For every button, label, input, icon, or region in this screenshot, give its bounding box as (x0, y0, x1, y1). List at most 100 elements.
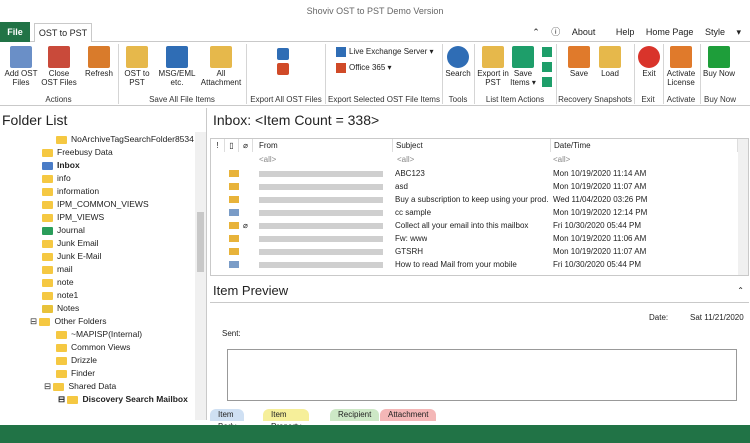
power-icon (638, 46, 660, 68)
date-label: Date: (649, 313, 669, 322)
tree-item[interactable]: Common Views (56, 341, 130, 354)
add-ost-files-button[interactable]: Add OST Files (3, 44, 39, 87)
from-filter[interactable]: <all> (259, 153, 389, 167)
style-dropdown[interactable]: Style ▾ (705, 22, 741, 42)
tree-item[interactable]: info (42, 172, 71, 185)
tree-item[interactable]: Junk E-Mail (42, 250, 101, 263)
collapse-icon[interactable]: ⊟ (44, 381, 53, 391)
message-body-area[interactable] (227, 349, 737, 401)
search-button[interactable]: Search (444, 44, 472, 78)
folder-icon (56, 135, 67, 144)
collapse-icon[interactable]: ⊟ (30, 316, 39, 326)
list-icon[interactable] (542, 47, 552, 57)
tree-item[interactable]: IPM_COMMON_VIEWS (42, 198, 149, 211)
type-column-icon[interactable]: ▯ (225, 139, 239, 152)
live-exchange-button[interactable]: Live Exchange Server ▾ (336, 46, 434, 58)
tree-item[interactable]: ⊟ Other Folders (30, 315, 106, 328)
tree-item[interactable]: note (42, 276, 74, 289)
tree-item[interactable]: Journal (42, 224, 85, 237)
table-row[interactable]: GTSRH Mon 10/19/2020 11:07 AM (211, 245, 738, 258)
tree-item[interactable]: Junk Email (42, 237, 99, 250)
folder-list-title: Folder List (2, 112, 68, 128)
tab-file[interactable]: File (0, 22, 30, 42)
home-page-link[interactable]: Home Page (646, 22, 694, 42)
tree-item-inbox[interactable]: Inbox (42, 159, 80, 172)
tree-item[interactable]: ⊟ Discovery Search Mailbox (58, 393, 188, 406)
date-value: Sat 11/21/2020 (690, 313, 744, 322)
folder-pane: Folder List NoArchiveTagSearchFolder8534… (0, 108, 207, 420)
table-row[interactable]: asd Mon 10/19/2020 11:07 AM (211, 180, 738, 193)
group-list-actions: List Item Actions (485, 95, 545, 104)
table-row[interactable]: Buy a subscription to keep using your pr… (211, 193, 738, 206)
tab-attachment[interactable]: Attachment (380, 409, 437, 421)
importance-column-icon[interactable]: ! (211, 139, 225, 152)
tree-item[interactable]: Drizzle (56, 354, 97, 367)
message-grid: ! ▯ ⌀ From Subject Date/Time <all> <all>… (210, 138, 749, 276)
table-row[interactable]: ABC123 Mon 10/19/2020 11:14 AM (211, 167, 738, 180)
envelope-icon (229, 248, 239, 255)
close-ost-files-button[interactable]: Close OST Files (41, 44, 77, 87)
from-value (259, 197, 383, 203)
msg-eml-button[interactable]: MSG/EML etc. (156, 44, 198, 87)
tree-item[interactable]: Finder (56, 367, 95, 380)
export-in-pst-button[interactable]: Export in PST (477, 44, 509, 87)
attachment-column-icon[interactable]: ⌀ (239, 139, 253, 152)
tree-item[interactable]: mail (42, 263, 73, 276)
subject-filter[interactable]: <all> (397, 153, 547, 167)
list-icon[interactable] (542, 77, 552, 87)
collapse-preview-icon[interactable]: ⌃ (737, 286, 744, 295)
scroll-thumb[interactable] (197, 212, 204, 272)
group-export-selected: Export Selected OST File Items (328, 95, 440, 104)
grid-scrollbar[interactable] (738, 139, 748, 275)
save-button[interactable]: Save (565, 44, 593, 78)
collapse-icon[interactable]: ⊟ (58, 394, 67, 404)
table-row[interactable]: How to read Mail from your mobile Fri 10/… (211, 258, 738, 271)
envelope-icon (229, 222, 239, 229)
help-link[interactable]: Help (616, 22, 635, 42)
tab-ost-to-pst[interactable]: OST to PST (34, 23, 92, 43)
activate-license-button[interactable]: Activate License (664, 44, 698, 87)
top-links: ⌃ ⓘ About Help Home Page Style ▾ (532, 22, 750, 42)
folder-icon (56, 356, 67, 365)
from-value (259, 171, 383, 177)
save-items-button[interactable]: Save Items ▾ (510, 44, 536, 87)
tab-item-body[interactable]: Item Body (210, 409, 245, 431)
about-link[interactable]: ⓘ About (551, 22, 604, 42)
tree-item[interactable]: information (42, 185, 99, 198)
tree-item[interactable]: ⊟ Shared Data (44, 380, 116, 393)
office365-icon-button[interactable] (272, 61, 294, 76)
folder-scrollbar[interactable] (195, 132, 206, 420)
date-column-header[interactable]: Date/Time (551, 139, 738, 152)
office365-button[interactable]: Office 365 ▾ (336, 62, 392, 74)
folder-icon (42, 213, 53, 222)
tree-item[interactable]: note1 (42, 289, 78, 302)
folder-icon (67, 395, 79, 404)
tree-item[interactable]: IPM_VIEWS (42, 211, 104, 224)
tab-recipient[interactable]: Recipient (330, 409, 380, 421)
paperclip-icon: ⌀ (243, 221, 248, 230)
group-recovery: Recovery Snapshots (558, 95, 632, 104)
tab-item-property[interactable]: Item Property (263, 409, 310, 431)
subject-column-header[interactable]: Subject (393, 139, 551, 152)
from-column-header[interactable]: From (253, 139, 393, 152)
table-row[interactable]: ⌀ Collect all your email into this mailbo… (211, 219, 738, 232)
list-icon[interactable] (542, 62, 552, 72)
tree-item[interactable]: Notes (42, 302, 79, 315)
table-row[interactable]: cc sample Mon 10/19/2020 12:14 PM (211, 206, 738, 219)
refresh-button[interactable]: Refresh (81, 44, 117, 78)
up-arrow-icon[interactable]: ⌃ (532, 22, 540, 42)
date-filter[interactable]: <all> (553, 153, 733, 167)
tree-item[interactable]: NoArchiveTagSearchFolder8534 (56, 133, 194, 146)
envelope-icon (229, 196, 239, 203)
all-attachment-button[interactable]: All Attachment (200, 44, 242, 87)
tree-item[interactable]: Freebusy Data (42, 146, 113, 159)
load-button[interactable]: Load (596, 44, 624, 78)
buy-now-button[interactable]: Buy Now (702, 44, 736, 78)
folder-icon (56, 369, 67, 378)
ost-to-pst-button[interactable]: OST to PST (120, 44, 154, 87)
tree-item[interactable]: ~MAPISP(Internal) (56, 328, 142, 341)
folder-icon (42, 148, 53, 157)
table-row[interactable]: Fw: www Mon 10/19/2020 11:06 AM (211, 232, 738, 245)
exchange-icon-button[interactable] (272, 46, 294, 61)
exit-button[interactable]: Exit (636, 44, 662, 78)
